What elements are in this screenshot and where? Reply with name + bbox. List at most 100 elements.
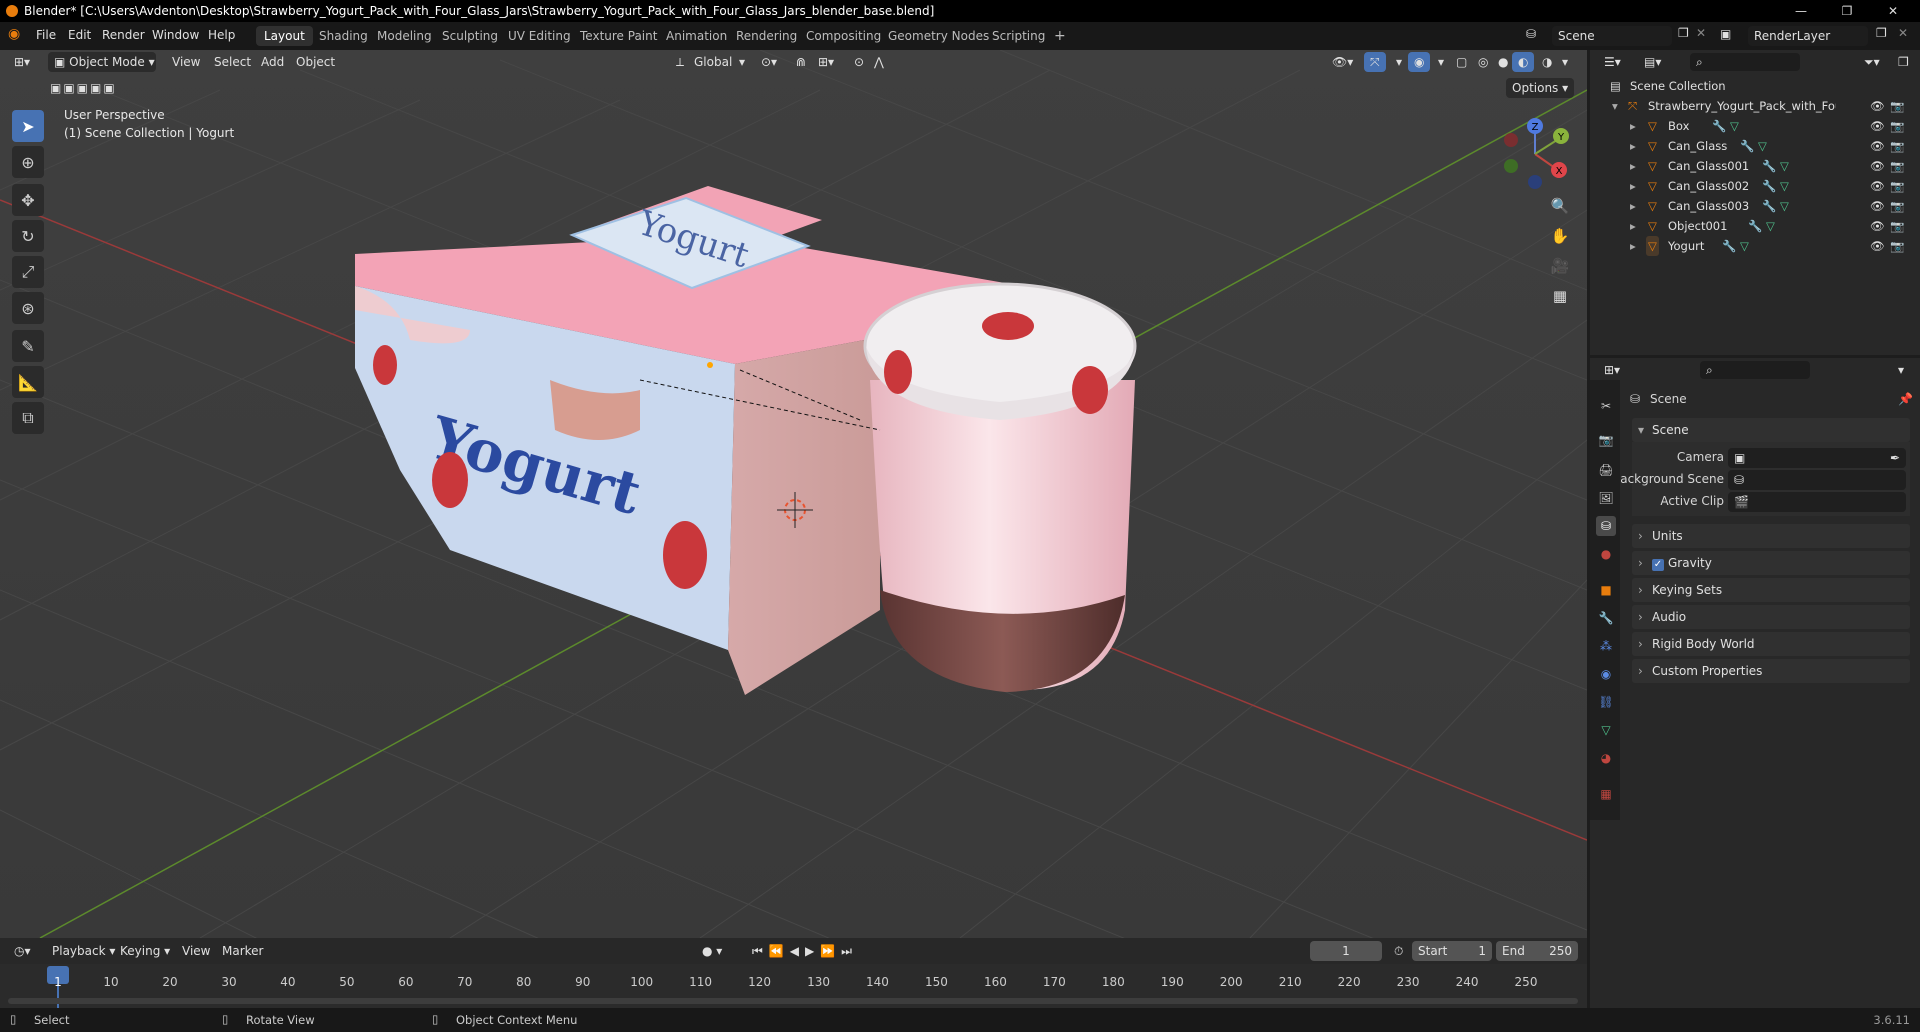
- workspace-tab-shading[interactable]: Shading: [311, 26, 376, 46]
- orientation-dropdown[interactable]: Global: [688, 52, 738, 72]
- visibility-eye-icon[interactable]: 👁: [1870, 196, 1885, 216]
- pin-icon[interactable]: 📌: [1898, 392, 1913, 406]
- scene-selector-icon[interactable]: ⛁: [1526, 27, 1536, 41]
- workspace-tab-geometry-nodes[interactable]: Geometry Nodes: [880, 26, 997, 46]
- constraints-tab-icon[interactable]: ⛓: [1596, 692, 1616, 712]
- scene-tab-icon[interactable]: ⛁: [1596, 516, 1616, 536]
- visibility-icon[interactable]: 👁▾: [1326, 52, 1359, 72]
- workspace-tab-layout[interactable]: Layout: [256, 26, 313, 46]
- close-button[interactable]: ✕: [1870, 0, 1916, 22]
- material-tab-icon[interactable]: ◕: [1596, 748, 1616, 768]
- visibility-eye-icon[interactable]: 👁: [1870, 116, 1885, 136]
- gizmo-neg-y[interactable]: [1504, 159, 1518, 173]
- display-mode-icon[interactable]: ▤▾: [1638, 52, 1667, 72]
- render-camera-icon[interactable]: 📷: [1890, 156, 1904, 176]
- gizmo-toggle-icon[interactable]: ⤧: [1364, 52, 1386, 72]
- move-tool[interactable]: ✥: [12, 184, 44, 216]
- keying-sets-section[interactable]: › Keying Sets: [1632, 578, 1910, 602]
- outliner-row-collection[interactable]: ▾ ⤧ Strawberry_Yogurt_Pack_with_Four_Gla…: [1590, 96, 1920, 116]
- visibility-eye-icon[interactable]: 👁: [1870, 216, 1885, 236]
- select-mode-icons[interactable]: ▣▣▣▣▣: [44, 78, 123, 98]
- snap-target-icon[interactable]: ⊞▾: [812, 52, 840, 72]
- menu-marker[interactable]: Marker: [216, 941, 269, 961]
- outliner-row-object001[interactable]: ▸ ▽ Object001 🔧 ▽ 👁 📷: [1590, 216, 1920, 236]
- chevron-down-icon[interactable]: ▾: [1432, 52, 1450, 72]
- menu-render[interactable]: Render: [102, 28, 145, 42]
- render-camera-icon[interactable]: 📷: [1890, 196, 1904, 216]
- outliner-row-can-glass001[interactable]: ▸ ▽ Can_Glass001 🔧 ▽ 👁 📷: [1590, 156, 1920, 176]
- filter-icon[interactable]: ⏷▾: [1858, 52, 1886, 72]
- select-box-tool[interactable]: ➤: [12, 110, 44, 142]
- remove-view-layer-icon[interactable]: ✕: [1898, 26, 1908, 40]
- menu-add[interactable]: Add: [255, 52, 290, 72]
- chevron-down-icon[interactable]: ▾: [733, 52, 751, 72]
- camera-field[interactable]: ▣ ✒: [1728, 448, 1906, 468]
- expand-arrow-icon[interactable]: ▸: [1630, 116, 1636, 136]
- menu-file[interactable]: File: [36, 28, 56, 42]
- expand-arrow-icon[interactable]: ▸: [1630, 156, 1636, 176]
- view-layer-icon[interactable]: ▣: [1720, 27, 1731, 41]
- maximize-button[interactable]: ❐: [1824, 0, 1870, 22]
- outliner-row-box[interactable]: ▸ ▽ Box 🔧 ▽ 👁 📷: [1590, 116, 1920, 136]
- expand-arrow-icon[interactable]: ▸: [1630, 136, 1636, 156]
- scene-name-field[interactable]: Scene: [1552, 26, 1672, 46]
- outliner-editor-type-icon[interactable]: ☰▾: [1598, 52, 1627, 72]
- workspace-tab-sculpting[interactable]: Sculpting: [434, 26, 506, 46]
- visibility-eye-icon[interactable]: 👁: [1870, 176, 1885, 196]
- viewport-canvas[interactable]: Yogurt Yogurt: [0, 50, 1587, 938]
- perspective-toggle-icon[interactable]: ▦: [1546, 282, 1574, 310]
- minimize-button[interactable]: —: [1778, 0, 1824, 22]
- chevron-down-icon[interactable]: ▾: [1390, 52, 1408, 72]
- visibility-eye-icon[interactable]: 👁: [1870, 156, 1885, 176]
- add-workspace-button[interactable]: +: [1046, 26, 1074, 46]
- scene-panel-header[interactable]: ▾ Scene: [1632, 418, 1910, 442]
- expand-arrow-icon[interactable]: ▸: [1630, 236, 1636, 256]
- texture-tab-icon[interactable]: ▦: [1596, 784, 1616, 804]
- outliner-row-can-glass003[interactable]: ▸ ▽ Can_Glass003 🔧 ▽ 👁 📷: [1590, 196, 1920, 216]
- view-layer-tab-icon[interactable]: 🖼: [1596, 488, 1616, 508]
- menu-edit[interactable]: Edit: [68, 28, 91, 42]
- falloff-icon[interactable]: ⋀: [868, 52, 890, 72]
- properties-search-input[interactable]: ⌕: [1700, 361, 1810, 379]
- visibility-eye-icon[interactable]: 👁: [1870, 236, 1885, 256]
- blender-menu-icon[interactable]: ◉: [8, 26, 20, 42]
- menu-select[interactable]: Select: [208, 52, 257, 72]
- workspace-tab-uv-editing[interactable]: UV Editing: [500, 26, 579, 46]
- proportional-edit-icon[interactable]: ⊙: [848, 52, 870, 72]
- physics-tab-icon[interactable]: ◉: [1596, 664, 1616, 684]
- render-camera-icon[interactable]: 📷: [1890, 236, 1904, 256]
- outliner-row-can-glass002[interactable]: ▸ ▽ Can_Glass002 🔧 ▽ 👁 📷: [1590, 176, 1920, 196]
- render-camera-icon[interactable]: 📷: [1890, 116, 1904, 136]
- visibility-eye-icon[interactable]: 👁: [1870, 136, 1885, 156]
- visibility-eye-icon[interactable]: 👁: [1870, 96, 1885, 116]
- xray-toggle-icon[interactable]: ▢: [1450, 52, 1473, 72]
- menu-window[interactable]: Window: [152, 28, 199, 42]
- active-clip-field[interactable]: 🎬: [1728, 492, 1906, 512]
- data-tab-icon[interactable]: ▽: [1596, 720, 1616, 740]
- new-collection-icon[interactable]: ❐: [1892, 52, 1915, 72]
- measure-tool[interactable]: 📐: [12, 366, 44, 398]
- expand-arrow-icon[interactable]: ▸: [1630, 196, 1636, 216]
- object-tab-icon[interactable]: ■: [1596, 580, 1616, 600]
- outliner-row-scene-collection[interactable]: ▤ Scene Collection: [1590, 76, 1920, 96]
- menu-view[interactable]: View: [166, 52, 206, 72]
- menu-keying[interactable]: Keying ▾: [114, 941, 176, 961]
- render-tab-icon[interactable]: 📷: [1596, 430, 1616, 450]
- workspace-tab-compositing[interactable]: Compositing: [798, 26, 889, 46]
- pivot-point-icon[interactable]: ⊙▾: [755, 52, 783, 72]
- chevron-down-icon[interactable]: ▾: [1892, 360, 1910, 380]
- rigid-body-world-section[interactable]: › Rigid Body World: [1632, 632, 1910, 656]
- eyedropper-icon[interactable]: ✒: [1890, 448, 1900, 468]
- view-layer-field[interactable]: RenderLayer: [1748, 26, 1868, 46]
- add-cube-tool[interactable]: ⧉: [12, 402, 44, 434]
- world-tab-icon[interactable]: ●: [1596, 544, 1616, 564]
- current-frame-field[interactable]: 1: [1310, 941, 1382, 961]
- editor-type-icon[interactable]: ⊞▾: [8, 52, 36, 72]
- gizmo-neg-x[interactable]: [1504, 133, 1518, 147]
- new-scene-icon[interactable]: ❐: [1678, 26, 1689, 40]
- workspace-tab-texture-paint[interactable]: Texture Paint: [572, 26, 665, 46]
- options-dropdown[interactable]: Options ▾: [1506, 78, 1575, 98]
- output-tab-icon[interactable]: 🖨: [1596, 460, 1616, 480]
- timeline-scrollbar[interactable]: [8, 998, 1578, 1004]
- playback-controls[interactable]: ⏮⏪◀▶⏩⏭: [746, 941, 864, 961]
